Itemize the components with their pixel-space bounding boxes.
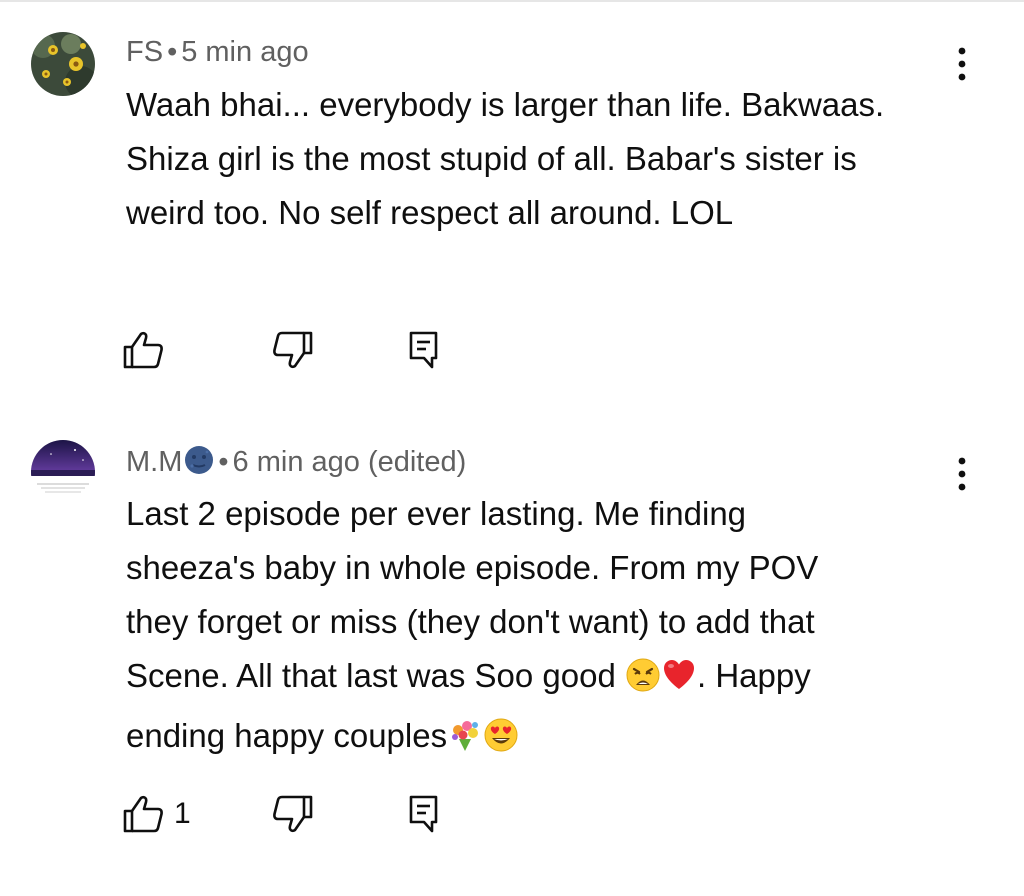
comment-line: sheeza's baby in whole episode. From my … [126, 549, 819, 586]
thumbs-up-icon [123, 795, 163, 833]
flower-avatar-icon [31, 32, 95, 96]
like-button[interactable] [122, 330, 174, 370]
top-divider [0, 0, 1024, 2]
heart-eyes-face-icon [483, 715, 519, 769]
more-vert-icon [958, 457, 966, 491]
comment-line: Scene. All that last was Soo good [126, 657, 625, 694]
more-vert-icon [958, 47, 966, 81]
comment-line-with-emoji: Scene. All that last was Soo good . Happ… [126, 649, 926, 709]
comment-line: ending happy couples [126, 717, 448, 754]
like-button[interactable]: 1 [122, 794, 191, 834]
dislike-button[interactable] [272, 330, 314, 370]
comment-line-with-emoji: ending happy couples [126, 709, 926, 769]
comment-line: they forget or miss (they don't want) to… [126, 603, 815, 640]
new-moon-face-icon [185, 446, 214, 474]
red-heart-icon [661, 655, 697, 709]
comment-meta: FS • 5 min ago [126, 34, 309, 70]
author-emoji [184, 445, 214, 484]
reply-icon [409, 795, 438, 833]
bouquet-icon [447, 715, 483, 769]
comment-text: Waah bhai... everybody is larger than li… [126, 86, 885, 231]
comment-line: Last 2 episode per ever lasting. Me find… [126, 495, 747, 532]
comment-meta: M.M • 6 min ago (edited) [126, 444, 466, 484]
thumbs-up-icon [123, 331, 163, 369]
comment-menu-button[interactable] [945, 44, 979, 84]
comment-menu-button[interactable] [945, 454, 979, 494]
comment-line: . Happy [696, 657, 811, 694]
avatar[interactable] [31, 32, 95, 96]
like-count: 1 [174, 797, 191, 830]
comment-text: Last 2 episode per ever lasting. Me find… [126, 487, 926, 769]
author-name[interactable]: M.M [126, 446, 182, 478]
meta-separator: • [167, 36, 178, 68]
dislike-button[interactable] [272, 794, 314, 834]
thumbs-down-icon [273, 795, 313, 833]
weary-face-icon [625, 655, 661, 709]
comment-time: 6 min ago (edited) [232, 446, 467, 478]
comment-actions [122, 330, 482, 374]
reply-icon [409, 331, 438, 369]
comment-time: 5 min ago [181, 36, 309, 68]
reply-button[interactable] [408, 794, 440, 834]
comment-actions: 1 [122, 794, 482, 838]
reply-button[interactable] [408, 330, 440, 370]
avatar[interactable] [31, 440, 95, 504]
author-name[interactable]: FS [126, 36, 163, 68]
thumbs-down-icon [273, 331, 313, 369]
meta-separator: • [218, 446, 229, 478]
night-scene-avatar-icon [31, 440, 95, 504]
